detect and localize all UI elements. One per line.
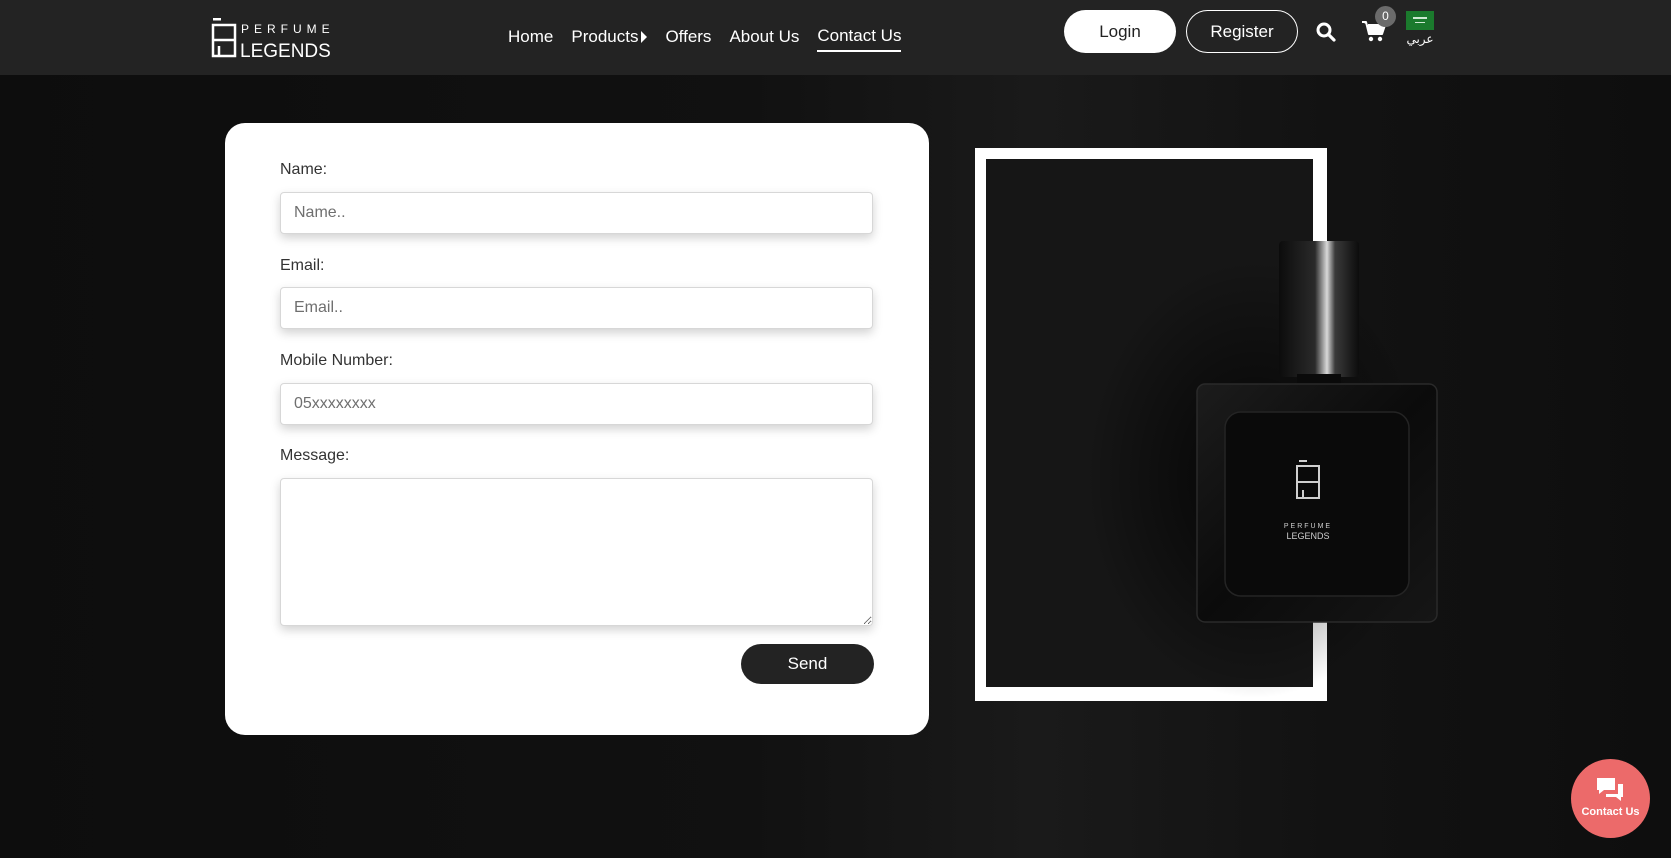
svg-text:LEGENDS: LEGENDS — [240, 41, 331, 60]
main-nav: Home Products Offers About Us Contact Us — [508, 24, 902, 52]
mobile-input[interactable] — [280, 383, 873, 425]
message-textarea[interactable] — [280, 478, 873, 626]
nav-products[interactable]: Products — [571, 25, 648, 51]
email-label: Email: — [280, 257, 325, 274]
nav-products-label: Products — [571, 27, 639, 46]
nav-offers[interactable]: Offers — [665, 25, 711, 51]
language-label: عربي — [1406, 32, 1434, 46]
send-button[interactable]: Send — [741, 644, 874, 684]
name-label: Name: — [280, 161, 328, 178]
contact-fab-label: Contact Us — [1581, 806, 1640, 818]
svg-text:PERFUME: PERFUME — [1284, 523, 1332, 530]
logo-mark-icon: PERFUME LEGENDS — [211, 18, 335, 62]
perfume-bottle-image: PERFUME LEGENDS — [972, 145, 1455, 708]
login-button[interactable]: Login — [1064, 10, 1176, 53]
chat-icon — [1595, 776, 1625, 804]
contact-form-card: Name: Email: Mobile Number: Message: Sen… — [225, 123, 929, 735]
perfume-legends-logo[interactable]: PERFUME LEGENDS — [211, 16, 343, 62]
nav-contact-us[interactable]: Contact Us — [817, 24, 902, 52]
message-label: Message: — [280, 447, 350, 464]
nav-home[interactable]: Home — [508, 25, 553, 51]
saudi-flag-icon — [1406, 11, 1434, 30]
language-switcher[interactable]: عربي — [1403, 11, 1437, 51]
caret-right-icon — [641, 31, 648, 43]
cart-count-badge: 0 — [1375, 6, 1396, 27]
nav-about-us[interactable]: About Us — [729, 25, 799, 51]
svg-text:PERFUME: PERFUME — [241, 22, 335, 36]
mobile-label: Mobile Number: — [280, 352, 393, 369]
floating-contact-button[interactable]: Contact Us — [1571, 759, 1650, 838]
name-input[interactable] — [280, 192, 873, 234]
search-icon[interactable] — [1315, 21, 1337, 43]
site-header: PERFUME LEGENDS Home Products Offers Abo… — [0, 0, 1671, 75]
email-input[interactable] — [280, 287, 873, 329]
svg-text:LEGENDS: LEGENDS — [1286, 531, 1329, 541]
register-button[interactable]: Register — [1186, 10, 1298, 53]
